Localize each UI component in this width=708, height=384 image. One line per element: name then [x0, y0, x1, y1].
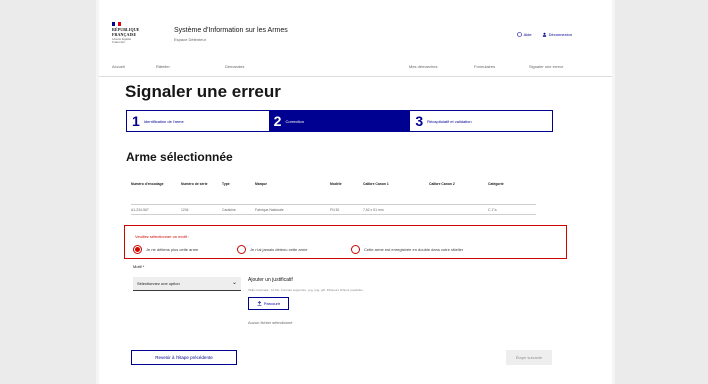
radio-button[interactable] [351, 245, 360, 254]
help-icon [516, 32, 522, 37]
column-header: Numéro d'encodage [131, 182, 164, 186]
nav-item-signaler[interactable]: Signaler une erreur [529, 64, 563, 69]
error-legend: Veuillez sélectionner un motif : [135, 234, 190, 239]
radio-button[interactable] [133, 245, 142, 254]
step-number: 1 [132, 113, 140, 129]
column-header: Modèle [330, 182, 342, 186]
flag-icon [112, 22, 121, 26]
column-header: Calibre Canon 2 [429, 182, 455, 186]
radio-no-longer-own[interactable]: Je ne détiens plus cette arme [133, 245, 198, 254]
table-header-row: Numéro d'encodage Numéro de série Type M… [131, 182, 536, 192]
select-value: Sélectionnez une option [137, 281, 180, 286]
upload-label: Ajouter un justificatif [248, 277, 293, 283]
radio-label: Je ne détiens plus cette arme [146, 247, 199, 252]
logo-motto: Liberté Égalité Fraternité [112, 37, 132, 44]
step-label: Correction [285, 118, 304, 124]
user-icon [542, 32, 546, 37]
table-cell: A1-234-567 [131, 208, 149, 212]
upload-icon [257, 301, 262, 306]
site-subtitle: Espace Détenteur [174, 37, 207, 42]
motif-select[interactable]: Sélectionnez une option ⌄ [133, 277, 241, 291]
step-1: 1 Identification de l'arme [127, 111, 269, 131]
radio-button[interactable] [237, 245, 246, 254]
radio-label: Je n'ai jamais détenu cette arme [250, 247, 308, 252]
header-tools: Aide Déconnexion [516, 32, 572, 37]
account-link[interactable]: Déconnexion [542, 32, 572, 37]
table-cell: Carabine [222, 208, 236, 212]
browse-button[interactable]: Parcourir [248, 297, 289, 310]
site-header: RÉPUBLIQUE FRANÇAISE Liberté Égalité Fra… [99, 14, 612, 48]
column-header: Numéro de série [181, 182, 208, 186]
radio-label: Cette arme est enregistrée en double dan… [364, 247, 464, 252]
stepper: 1 Identification de l'arme 2 Correction … [126, 110, 553, 132]
nav-item-ratelier[interactable]: Râtelier [156, 64, 170, 69]
step-number: 2 [273, 113, 282, 129]
browse-label: Parcourir [263, 301, 281, 306]
motif-label: Motif * [133, 264, 145, 269]
step-number: 3 [415, 113, 424, 129]
table-cell: FN 30 [330, 208, 340, 212]
table-cell: 1234 [181, 208, 189, 212]
nav-divider [99, 76, 612, 77]
previous-step-button[interactable]: Revenir à l'étape précédente [131, 350, 237, 365]
step-3: 3 Récapitulatif et validation [410, 111, 552, 131]
section-title: Arme sélectionnée [126, 150, 233, 164]
table-cell: 7,62 x 51 mm [363, 208, 384, 212]
column-header: Catégorie [488, 182, 504, 186]
step-label: Identification de l'arme [143, 118, 184, 124]
nav-item-demarches[interactable]: Mes démarches [409, 64, 437, 69]
page: RÉPUBLIQUE FRANÇAISE Liberté Égalité Fra… [99, 0, 612, 384]
motif-radio-group: Veuillez sélectionner un motif : Je ne d… [124, 225, 567, 259]
chevron-down-icon: ⌄ [231, 280, 237, 286]
column-header: Marque [255, 182, 268, 186]
radio-never-owned[interactable]: Je n'ai jamais détenu cette arme [237, 245, 307, 254]
step-label: Récapitulatif et validation [427, 118, 472, 124]
aide-label: Aide [523, 32, 532, 37]
upload-hint: Taille maximale : 10 Mo. Formats support… [248, 288, 364, 292]
radio-duplicate[interactable]: Cette arme est enregistrée en double dan… [351, 245, 463, 254]
upload-status: Aucun fichier sélectionné [248, 320, 293, 325]
column-header: Type [222, 182, 230, 186]
page-title: Signaler une erreur [125, 82, 281, 101]
site-title[interactable]: Système d'Information sur les Armes [174, 27, 288, 34]
next-step-button[interactable]: Étape suivante [506, 350, 552, 365]
column-header: Calibre Canon 1 [363, 182, 389, 186]
weapon-table: Numéro d'encodage Numéro de série Type M… [131, 182, 536, 215]
step-2-current: 2 Correction [268, 111, 411, 131]
aide-link[interactable]: Aide [516, 32, 532, 37]
nav-item-demandes[interactable]: Demandes [225, 64, 244, 69]
main-nav: Accueil Râtelier Demandes Mes démarches … [99, 62, 612, 74]
nav-item-accueil[interactable]: Accueil [112, 64, 125, 69]
republique-logo[interactable]: RÉPUBLIQUE FRANÇAISE Liberté Égalité Fra… [112, 22, 139, 48]
account-label: Déconnexion [548, 32, 572, 37]
table-row[interactable]: A1-234-567 1234 Carabine Fabrique Nation… [131, 204, 536, 215]
table-cell: C 1°a [488, 208, 497, 212]
nav-item-formulaires[interactable]: Formulaires [474, 64, 495, 69]
table-cell: Fabrique Nationale [255, 208, 284, 212]
